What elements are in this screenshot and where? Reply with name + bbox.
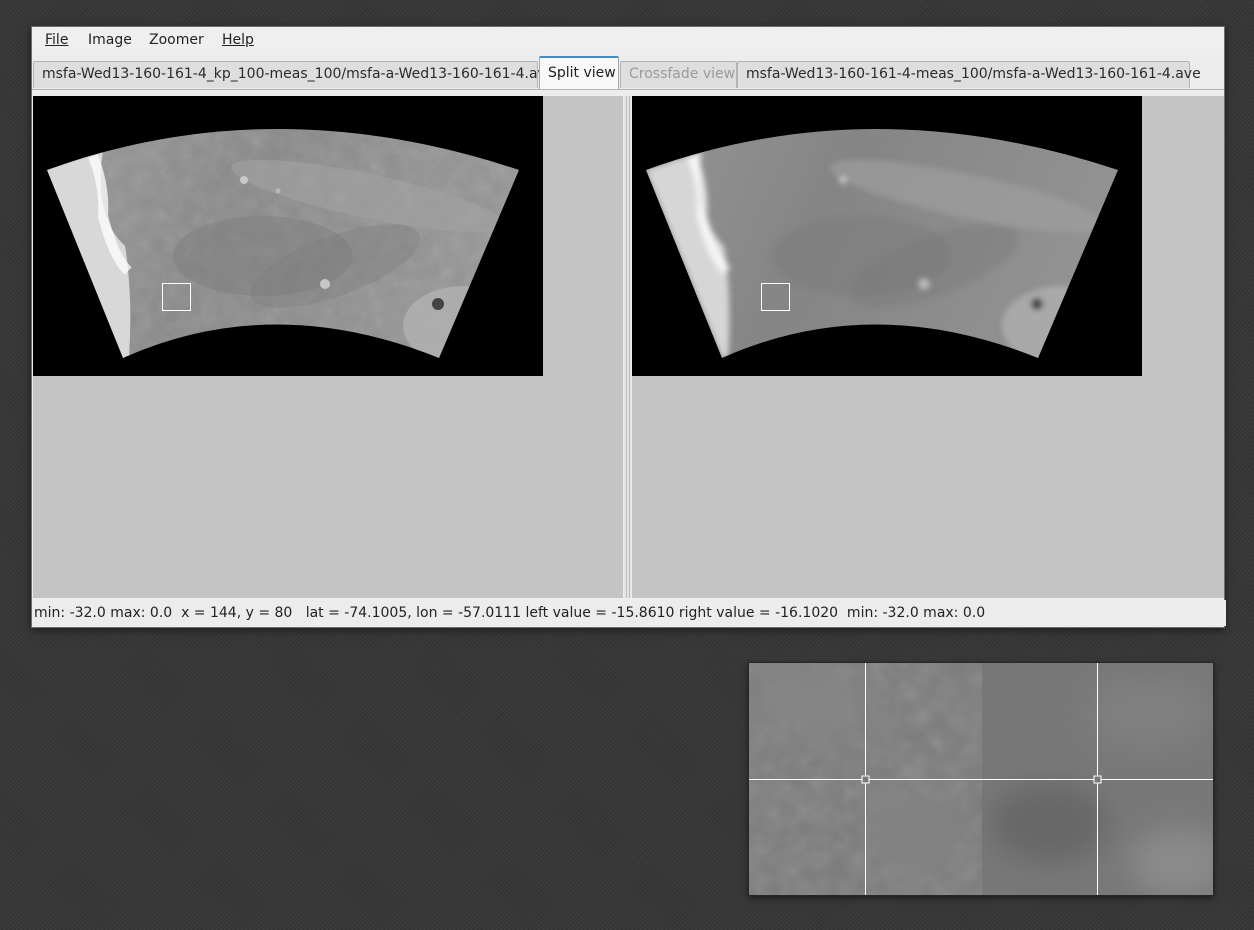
menu-image[interactable]: Image — [88, 32, 132, 49]
tab-left-image[interactable]: msfa-Wed13-160-161-4_kp_100-meas_100/msf… — [33, 61, 554, 88]
left-sector-image — [47, 129, 519, 358]
right-image-pane[interactable] — [632, 96, 1224, 598]
left-image-pane[interactable] — [33, 96, 623, 598]
menu-help[interactable]: Help — [222, 32, 254, 49]
menu-file-label: File — [45, 32, 69, 48]
left-image-canvas[interactable] — [33, 96, 543, 376]
tab-crossfade-view[interactable]: Crossfade view — [620, 61, 737, 88]
menu-zoomer[interactable]: Zoomer — [149, 32, 204, 49]
menu-bar: File Image Zoomer Help — [32, 27, 1224, 55]
right-sector-image — [646, 129, 1118, 358]
zoomer-view — [749, 663, 1213, 895]
application-window: File Image Zoomer Help msfa-Wed13-160-16… — [31, 26, 1226, 628]
menu-file[interactable]: File — [45, 32, 68, 49]
tab-split-view[interactable]: Split view — [539, 56, 619, 90]
status-bar: min: -32.0 max: 0.0 x = 144, y = 80 lat … — [32, 600, 1226, 626]
right-image-canvas[interactable] — [632, 96, 1142, 376]
tab-right-image[interactable]: msfa-Wed13-160-161-4-meas_100/msfa-a-Wed… — [737, 61, 1201, 88]
split-handle[interactable] — [624, 96, 631, 598]
tab-bar: msfa-Wed13-160-161-4_kp_100-meas_100/msf… — [32, 55, 1224, 90]
menu-help-label: Help — [222, 32, 254, 48]
zoomer-window[interactable] — [748, 662, 1214, 896]
tab-bar-divider — [32, 89, 1224, 90]
